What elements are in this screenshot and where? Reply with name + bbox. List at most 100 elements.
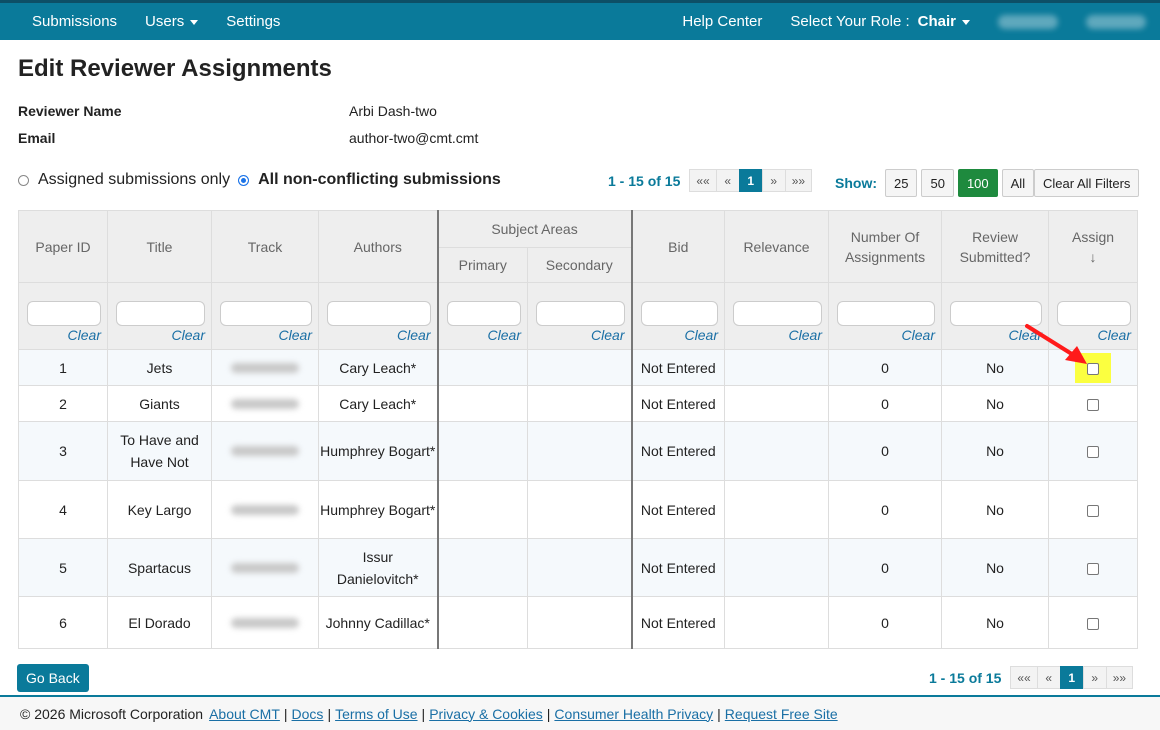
clear-link-authors[interactable]: Clear: [397, 325, 430, 345]
cell-number-of-assignments[interactable]: 0: [828, 385, 943, 422]
header-primary[interactable]: Primary: [436, 247, 528, 283]
header-relevance[interactable]: Relevance: [724, 210, 830, 283]
filter-input-authors[interactable]: [327, 301, 431, 326]
filter-input-bid[interactable]: [640, 301, 719, 326]
header-paper-id[interactable]: Paper ID: [18, 210, 108, 283]
assign-checkbox[interactable]: [1087, 562, 1100, 575]
cell-review-submitted: No: [941, 596, 1050, 649]
sort-down-arrow-icon: ↓: [1089, 248, 1097, 265]
clear-link-track[interactable]: Clear: [279, 325, 312, 345]
pager-prev[interactable]: «: [1036, 666, 1061, 689]
header-review-submitted[interactable]: Review Submitted?: [941, 210, 1050, 283]
cell-review-submitted: No: [941, 480, 1050, 539]
table-row: 4 Key Largo Humphrey Bogart* Not Entered…: [18, 480, 1139, 539]
filter-input-track[interactable]: [220, 301, 312, 326]
header-track[interactable]: Track: [211, 210, 319, 283]
cell-number-of-assignments[interactable]: 0: [828, 596, 943, 649]
nav-submissions[interactable]: Submissions: [18, 13, 131, 30]
role-dropdown[interactable]: Chair: [914, 13, 984, 30]
footer-separator: |: [421, 705, 426, 722]
pager-last[interactable]: »»: [1105, 666, 1134, 689]
go-back-button[interactable]: Go Back: [17, 664, 89, 692]
nav-help-center[interactable]: Help Center: [668, 13, 776, 30]
assign-checkbox[interactable]: [1087, 617, 1100, 630]
table-row: 6 El Dorado Johnny Cadillac* Not Entered…: [18, 596, 1139, 649]
pager-page-1[interactable]: 1: [738, 169, 763, 192]
filter-relevance: Clear: [724, 282, 830, 350]
filter-input-paper-id[interactable]: [27, 301, 101, 326]
cell-secondary: [526, 421, 633, 481]
assign-checkbox[interactable]: [1087, 446, 1100, 459]
nav-users-label: Users: [145, 13, 185, 30]
filter-input-relevance[interactable]: [733, 301, 823, 326]
footer-link-request-site[interactable]: Request Free Site: [725, 706, 838, 722]
radio-assigned-only[interactable]: [18, 174, 29, 186]
header-bid[interactable]: Bid: [631, 210, 726, 283]
clear-link-bid[interactable]: Clear: [685, 325, 718, 345]
pager-first[interactable]: ««: [689, 169, 717, 192]
filter-input-title[interactable]: [116, 301, 205, 326]
radio-all-non-conflicting[interactable]: [238, 174, 250, 186]
header-subject-areas: Subject Areas: [436, 210, 633, 248]
pager-next[interactable]: »: [761, 169, 786, 192]
cell-paper-id: 4: [18, 480, 108, 539]
clear-link-relevance[interactable]: Clear: [789, 325, 822, 345]
footer-link-terms[interactable]: Terms of Use: [335, 706, 417, 722]
redacted-user-menu[interactable]: [998, 14, 1058, 29]
cell-track: [211, 421, 319, 481]
pager-first[interactable]: ««: [1010, 666, 1038, 689]
clear-link-assign[interactable]: Clear: [1098, 325, 1131, 345]
clear-link-primary[interactable]: Clear: [488, 325, 521, 345]
show-all-button[interactable]: All: [1001, 169, 1035, 197]
clear-link-title[interactable]: Clear: [172, 325, 205, 345]
cell-number-of-assignments[interactable]: 0: [828, 538, 943, 597]
cell-assign: [1048, 596, 1139, 649]
footer-separator: |: [283, 705, 288, 722]
filter-input-primary[interactable]: [446, 301, 521, 326]
footer-link-docs[interactable]: Docs: [292, 706, 324, 722]
clear-link-number-of-assignments[interactable]: Clear: [902, 325, 935, 345]
cell-track: [211, 480, 319, 539]
pager-page-1[interactable]: 1: [1059, 666, 1084, 689]
header-number-of-assignments[interactable]: Number Of Assignments: [828, 210, 943, 283]
pager-prev[interactable]: «: [715, 169, 740, 192]
header-secondary[interactable]: Secondary: [526, 247, 633, 283]
footer-link-about[interactable]: About CMT: [209, 706, 280, 722]
radio-assigned-only-label[interactable]: Assigned submissions only: [38, 171, 230, 189]
header-assign[interactable]: Assign ↓: [1048, 210, 1139, 283]
header-title[interactable]: Title: [107, 210, 212, 283]
pager-count: 1 - 15 of 15: [929, 669, 1002, 686]
cell-number-of-assignments[interactable]: 0: [828, 480, 943, 539]
clear-all-filters-button[interactable]: Clear All Filters: [1034, 169, 1140, 197]
filter-input-secondary[interactable]: [536, 301, 625, 326]
header-authors[interactable]: Authors: [318, 210, 438, 283]
cell-title: To Have and Have Not: [107, 421, 212, 481]
nav-users[interactable]: Users: [131, 13, 212, 30]
cell-number-of-assignments[interactable]: 0: [828, 349, 943, 386]
submission-filter-radios: Assigned submissions only All non-confli…: [18, 171, 501, 189]
radio-all-non-conflicting-label[interactable]: All non-conflicting submissions: [258, 171, 501, 189]
email-label: Email: [18, 130, 56, 146]
clear-link-secondary[interactable]: Clear: [591, 325, 624, 345]
cell-relevance: [724, 421, 830, 481]
cell-assign: [1048, 385, 1139, 422]
filter-input-number-of-assignments[interactable]: [837, 301, 936, 326]
footer-link-consumer-health[interactable]: Consumer Health Privacy: [554, 706, 713, 722]
footer-separator: |: [717, 705, 721, 722]
nav-settings[interactable]: Settings: [212, 13, 294, 30]
show-50-button[interactable]: 50: [921, 169, 954, 197]
pager-next[interactable]: »: [1082, 666, 1107, 689]
pager-last[interactable]: »»: [784, 169, 813, 192]
filter-number-of-assignments: Clear: [828, 282, 943, 350]
show-100-button[interactable]: 100: [957, 169, 998, 197]
top-navbar: Submissions Users Settings Help Center S…: [0, 0, 1160, 40]
footer-link-privacy[interactable]: Privacy & Cookies: [429, 706, 543, 722]
redacted-conference-menu[interactable]: [1086, 14, 1146, 29]
assign-checkbox[interactable]: [1087, 504, 1100, 517]
assign-checkbox[interactable]: [1087, 398, 1100, 411]
clear-link-paper-id[interactable]: Clear: [68, 325, 101, 345]
show-25-button[interactable]: 25: [885, 169, 918, 197]
cell-number-of-assignments[interactable]: 0: [828, 421, 943, 481]
footer-separator: |: [327, 705, 332, 722]
nav-settings-label: Settings: [226, 13, 281, 30]
